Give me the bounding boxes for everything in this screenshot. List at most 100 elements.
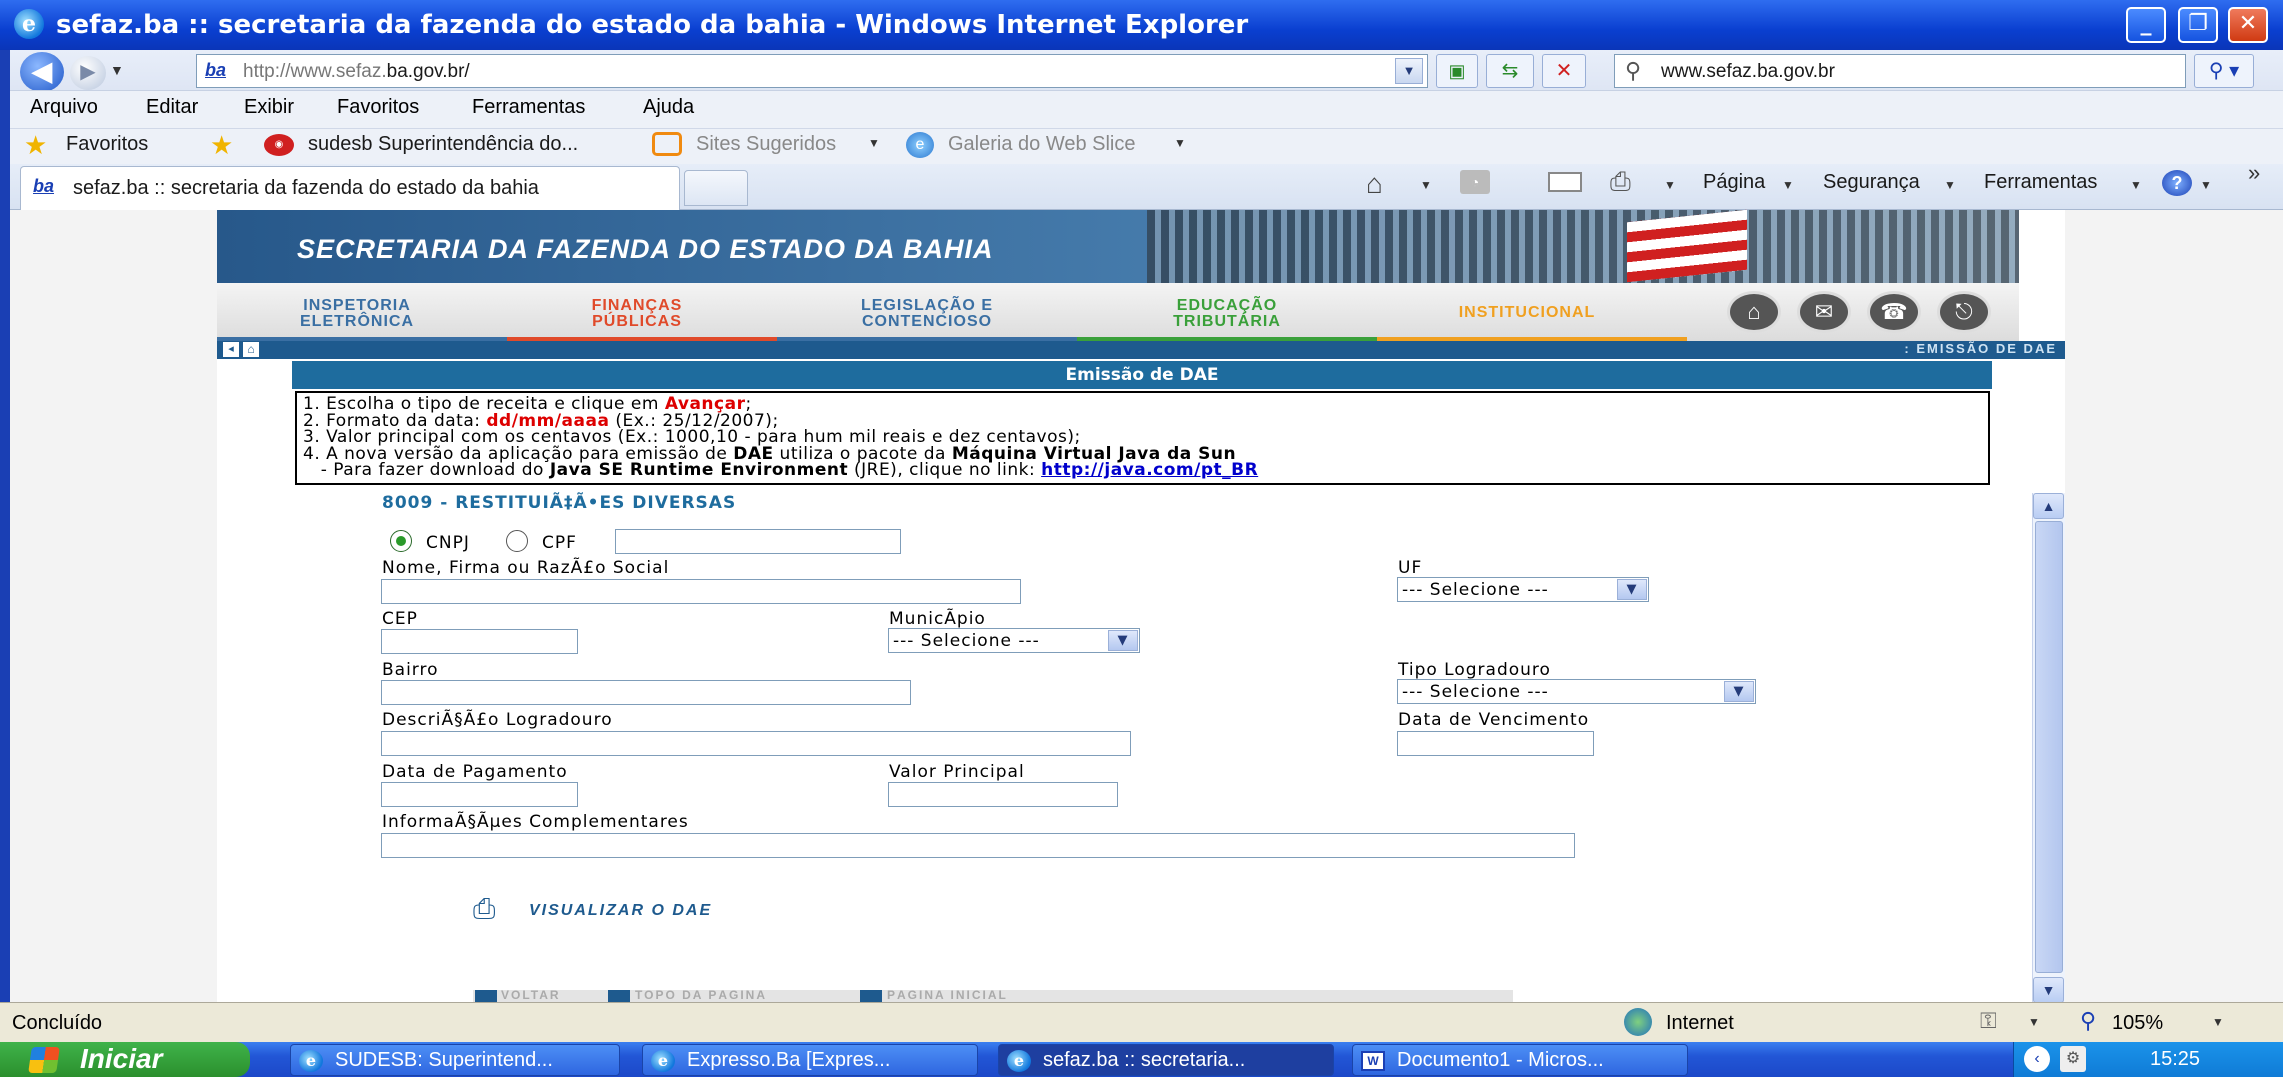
- search-button[interactable]: ⚲ ▾: [2194, 54, 2254, 88]
- site-phone-icon[interactable]: ☎: [1867, 291, 1921, 333]
- scroll-thumb[interactable]: [2035, 521, 2063, 973]
- site-mail-icon[interactable]: ✉: [1797, 291, 1851, 333]
- visualizar-dae-button[interactable]: ⎙ VISUALIZAR O DAE: [473, 893, 783, 925]
- favorite-sites-sugeridos[interactable]: Sites Sugeridos: [696, 133, 836, 156]
- site-exit-icon[interactable]: ⎋: [1937, 291, 1991, 333]
- radio-cpf[interactable]: [506, 530, 528, 552]
- informacoes-complementares-input[interactable]: [381, 833, 1575, 858]
- add-favorite-icon[interactable]: ★: [210, 130, 233, 161]
- nav-inspetoria[interactable]: INSPETORIA ELETRÔNICA: [257, 298, 457, 330]
- forward-button[interactable]: ▶: [70, 56, 106, 90]
- home-small-icon[interactable]: ⌂: [243, 342, 259, 357]
- viewport-left-margin: [10, 210, 217, 1002]
- search-input[interactable]: ⚲ www.sefaz.ba.gov.br: [1614, 54, 2186, 88]
- close-button[interactable]: ✕: [2228, 7, 2268, 43]
- home-dropdown-icon[interactable]: ▼: [1420, 178, 1432, 192]
- refresh-icon[interactable]: ⇆: [1486, 54, 1534, 88]
- footer-voltar[interactable]: VOLTAR: [501, 990, 561, 1002]
- nav-educacao[interactable]: EDUCAÇÃO TRIBUTÁRIA: [1117, 298, 1337, 330]
- favorites-button[interactable]: Favoritos: [66, 133, 148, 156]
- site-nav: INSPETORIA ELETRÔNICA FINANÇAS PÚBLICAS LE…: [217, 283, 2019, 341]
- task-expresso[interactable]: e Expresso.Ba [Expres...: [642, 1044, 978, 1076]
- bairro-input[interactable]: [381, 680, 911, 705]
- minimize-button[interactable]: _: [2126, 7, 2166, 43]
- help-dropdown-icon[interactable]: ▼: [2200, 178, 2212, 192]
- java-download-link[interactable]: http://java.com/pt_BR: [1041, 460, 1258, 480]
- tipo-logradouro-select[interactable]: --- Selecione --- ▼: [1397, 679, 1756, 704]
- cep-input[interactable]: [381, 629, 578, 654]
- chevron-down-icon: ▼: [1108, 630, 1138, 651]
- url-dropdown-icon[interactable]: ▼: [1395, 58, 1423, 84]
- menu-ajuda[interactable]: Ajuda: [643, 96, 694, 119]
- pagina-dropdown-icon[interactable]: ▼: [1782, 178, 1794, 192]
- footer-pagina-inicial[interactable]: PÁGINA INICIAL: [887, 990, 1008, 1002]
- back-button[interactable]: ◀: [20, 52, 64, 92]
- url-field[interactable]: ba http://www.sefaz.ba.gov.br/ ▼: [196, 54, 1428, 88]
- back-small-icon[interactable]: ◂: [223, 342, 239, 357]
- zoom-dropdown-icon[interactable]: ▼: [2212, 1015, 2224, 1029]
- valor-principal-input[interactable]: [888, 782, 1118, 807]
- home-icon[interactable]: ⌂: [1366, 168, 1383, 200]
- municipio-select[interactable]: --- Selecione --- ▼: [888, 628, 1140, 653]
- start-button[interactable]: Iniciar: [0, 1042, 250, 1077]
- scroll-up-button[interactable]: ▲: [2033, 493, 2064, 519]
- command-ferramentas[interactable]: Ferramentas: [1984, 171, 2097, 194]
- nav-legislacao[interactable]: LEGISLAÇÃO E CONTENCIOSO: [817, 298, 1037, 330]
- site-home-icon[interactable]: ⌂: [1727, 291, 1781, 333]
- compatibility-view-icon[interactable]: ▣: [1436, 54, 1478, 88]
- command-pagina[interactable]: Página: [1703, 171, 1765, 194]
- frame-scrollbar[interactable]: ▲ ▼: [2032, 493, 2065, 1003]
- menu-ferramentas[interactable]: Ferramentas: [472, 96, 585, 119]
- window-title: sefaz.ba :: secretaria da fazenda do est…: [56, 10, 1249, 40]
- mail-icon[interactable]: [1548, 172, 1582, 192]
- nome-input[interactable]: [381, 579, 1021, 604]
- print-dropdown-icon[interactable]: ▼: [1664, 178, 1676, 192]
- uf-select[interactable]: --- Selecione --- ▼: [1397, 577, 1649, 602]
- ferramentas-dropdown-icon[interactable]: ▼: [2130, 178, 2142, 192]
- word-task-icon: W: [1361, 1051, 1385, 1071]
- restore-button[interactable]: ❐: [2178, 7, 2218, 43]
- protected-mode-icon[interactable]: ⚿: [1980, 1008, 1997, 1034]
- protected-dropdown-icon[interactable]: ▼: [2028, 1015, 2040, 1029]
- ie-task-icon: e: [651, 1050, 675, 1072]
- menu-arquivo[interactable]: Arquivo: [30, 96, 98, 119]
- descricao-logradouro-input[interactable]: [381, 731, 1131, 756]
- tab-active[interactable]: ba sefaz.ba :: secretaria da fazenda do …: [20, 166, 680, 210]
- sites-sugeridos-dropdown-icon[interactable]: ▼: [868, 136, 880, 150]
- favorite-galeria-web-slice[interactable]: Galeria do Web Slice: [948, 133, 1136, 156]
- task-sudesb[interactable]: e SUDESB: Superintend...: [290, 1044, 620, 1076]
- breadcrumb: ◂ ⌂ : EMISSÃO DE DAE: [217, 341, 2065, 359]
- stop-icon[interactable]: ✕: [1542, 54, 1586, 88]
- menu-editar[interactable]: Editar: [146, 96, 198, 119]
- favorite-link-sudesb[interactable]: sudesb Superintendência do...: [308, 133, 578, 156]
- menu-favoritos[interactable]: Favoritos: [337, 96, 419, 119]
- tray-expand-icon[interactable]: ‹: [2024, 1046, 2050, 1072]
- data-pagamento-input[interactable]: [381, 782, 578, 807]
- documento-input[interactable]: [615, 529, 901, 554]
- menu-exibir[interactable]: Exibir: [244, 96, 294, 119]
- data-vencimento-input[interactable]: [1397, 731, 1594, 756]
- new-tab-button[interactable]: [684, 170, 748, 206]
- scroll-down-button[interactable]: ▼: [2033, 977, 2064, 1003]
- history-dropdown-icon[interactable]: ▼: [110, 62, 124, 78]
- clock[interactable]: 15:25: [2150, 1048, 2200, 1071]
- feeds-icon[interactable]: ◔: [1460, 170, 1490, 194]
- task-sefaz[interactable]: e sefaz.ba :: secretaria...: [998, 1044, 1334, 1076]
- tray-app-icon[interactable]: ⚙: [2060, 1046, 2086, 1072]
- chevron-more-icon[interactable]: »: [2248, 160, 2260, 186]
- nav-financas[interactable]: FINANÇAS PÚBLICAS: [537, 298, 737, 330]
- visualizar-dae-label: VISUALIZAR O DAE: [529, 902, 713, 919]
- seguranca-dropdown-icon[interactable]: ▼: [1944, 178, 1956, 192]
- help-icon[interactable]: ?: [2162, 170, 2192, 196]
- command-seguranca[interactable]: Segurança: [1823, 171, 1920, 194]
- status-text: Concluído: [12, 1012, 103, 1034]
- zoom-level[interactable]: 105%: [2112, 1012, 2163, 1035]
- footer-topo[interactable]: TOPO DA PÁGINA: [635, 990, 767, 1002]
- task-documento1[interactable]: W Documento1 - Micros...: [1352, 1044, 1688, 1076]
- bahia-flag-image: [1627, 209, 1747, 283]
- print-icon[interactable]: ⎙: [1610, 166, 1631, 198]
- web-slice-dropdown-icon[interactable]: ▼: [1174, 136, 1186, 150]
- zoom-icon[interactable]: ⚲: [2080, 1008, 2096, 1034]
- nav-institucional[interactable]: INSTITUCIONAL: [1417, 305, 1637, 321]
- radio-cnpj[interactable]: [390, 530, 412, 552]
